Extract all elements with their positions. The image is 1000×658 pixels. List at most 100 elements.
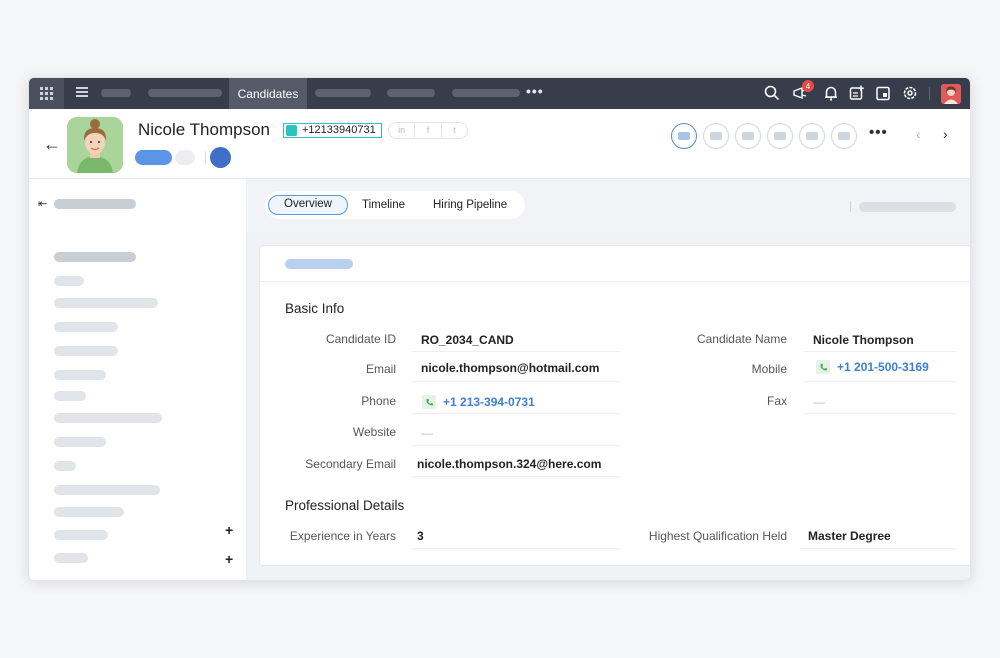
sidebar-item[interactable] <box>54 276 84 286</box>
main-content: Overview Timeline Hiring Pipeline Basic … <box>247 179 970 580</box>
sidebar-item[interactable] <box>54 485 160 495</box>
sidebar-item[interactable] <box>54 413 162 423</box>
label-website: Website <box>352 425 396 439</box>
collapse-sidebar-icon[interactable]: ⇤ <box>38 197 47 210</box>
sidebar-item[interactable] <box>54 370 106 380</box>
value-mobile[interactable]: +1 201-500-3169 <box>837 360 929 374</box>
action-circle-button[interactable] <box>735 123 761 149</box>
value-phone[interactable]: +1 213-394-0731 <box>443 395 535 409</box>
sidebar-item[interactable] <box>54 461 76 471</box>
action-circle-button[interactable] <box>799 123 825 149</box>
top-nav-bar: Candidates ••• 4 <box>29 78 970 109</box>
label-fax: Fax <box>766 394 787 408</box>
nav-tab-placeholder[interactable] <box>452 89 520 97</box>
sidebar-item[interactable] <box>54 507 124 517</box>
sidebar-item[interactable] <box>54 437 106 447</box>
label-mobile: Mobile <box>751 362 787 376</box>
next-record-icon[interactable]: › <box>943 126 948 142</box>
tag-pill[interactable] <box>175 150 195 165</box>
section-title-professional-details: Professional Details <box>285 498 405 513</box>
tabs-bar: Overview Timeline Hiring Pipeline <box>247 179 970 231</box>
calendar-icon[interactable] <box>874 84 892 102</box>
field-underline <box>412 351 620 352</box>
sidebar-item[interactable] <box>54 252 136 262</box>
value-secondary-email[interactable]: nicole.thompson.324@here.com <box>417 457 601 471</box>
apps-grid-icon[interactable] <box>29 78 64 109</box>
sidebar-item[interactable] <box>54 530 108 540</box>
add-icon[interactable]: + <box>225 551 233 567</box>
field-underline <box>804 413 956 414</box>
tab-hiring-pipeline[interactable]: Hiring Pipeline <box>433 195 507 215</box>
nav-tab-placeholder[interactable] <box>387 89 435 97</box>
phone-icon[interactable] <box>816 360 830 374</box>
sidebar-item[interactable] <box>54 391 86 401</box>
twitter-icon[interactable]: t <box>442 123 467 138</box>
menu-icon[interactable] <box>76 87 88 99</box>
user-avatar[interactable] <box>941 84 961 104</box>
field-underline <box>800 548 956 549</box>
field-underline <box>412 381 620 382</box>
section-title-basic-info: Basic Info <box>285 301 345 316</box>
previous-record-icon[interactable]: ‹ <box>916 126 921 142</box>
sidebar-item[interactable] <box>54 322 118 332</box>
label-experience: Experience in Years <box>289 529 396 543</box>
add-task-icon[interactable] <box>848 84 866 102</box>
owner-avatar-dot[interactable] <box>210 147 231 168</box>
field-underline <box>412 445 620 446</box>
label-secondary-email: Secondary Email <box>305 457 396 471</box>
header-divider <box>205 151 206 164</box>
nav-tab-placeholder[interactable] <box>101 89 131 97</box>
phone-tag[interactable]: +12133940731 <box>283 123 382 138</box>
value-qualification: Master Degree <box>808 529 891 543</box>
app-window: Candidates ••• 4 ← Nicole Thompson +1213… <box>28 77 971 581</box>
more-actions-icon[interactable]: ••• <box>869 124 888 141</box>
value-candidate-name: Nicole Thompson <box>813 333 914 347</box>
linkedin-icon[interactable]: in <box>389 123 416 138</box>
sidebar-item[interactable] <box>54 298 158 308</box>
card-header-placeholder <box>285 259 353 269</box>
sidebar: ⇤ + + <box>29 179 247 580</box>
action-circle-button[interactable] <box>703 123 729 149</box>
overview-card: Basic Info Candidate ID RO_2034_CAND Ema… <box>259 245 970 566</box>
nav-tab-candidates[interactable]: Candidates <box>229 78 307 109</box>
sidebar-heading-placeholder <box>54 199 136 209</box>
facebook-icon[interactable]: f <box>415 123 442 138</box>
field-underline <box>804 351 956 352</box>
sidebar-item[interactable] <box>54 553 88 563</box>
value-website[interactable]: — <box>421 426 433 440</box>
phone-icon[interactable] <box>422 395 436 409</box>
nav-tab-placeholder[interactable] <box>315 89 371 97</box>
status-pill[interactable] <box>135 150 172 165</box>
action-circle-button[interactable] <box>671 123 697 149</box>
tab-overview[interactable]: Overview <box>268 195 348 215</box>
add-icon[interactable]: + <box>225 522 233 538</box>
record-tabs: Overview Timeline Hiring Pipeline <box>265 191 525 219</box>
action-circle-button[interactable] <box>831 123 857 149</box>
candidate-photo <box>67 117 123 173</box>
label-email: Email <box>365 362 396 376</box>
field-underline <box>412 413 620 414</box>
tab-timeline[interactable]: Timeline <box>362 195 405 215</box>
search-icon[interactable] <box>763 84 781 102</box>
topbar-divider <box>929 87 930 100</box>
tabs-divider <box>850 201 851 212</box>
value-candidate-id: RO_2034_CAND <box>421 333 514 347</box>
bell-icon[interactable] <box>822 84 840 102</box>
sidebar-item[interactable] <box>54 346 118 356</box>
label-phone: Phone <box>361 394 396 408</box>
field-underline <box>804 381 956 382</box>
social-links: in f t <box>388 122 468 139</box>
back-arrow-icon[interactable]: ← <box>43 134 61 155</box>
value-fax[interactable]: — <box>813 395 825 409</box>
nav-tab-placeholder[interactable] <box>148 89 222 97</box>
label-qualification: Highest Qualification Held <box>648 529 787 543</box>
label-candidate-id: Candidate ID <box>325 332 396 346</box>
tabs-bar-placeholder[interactable] <box>859 202 956 212</box>
phone-tag-number: +12133940731 <box>302 124 376 136</box>
value-email[interactable]: nicole.thompson@hotmail.com <box>421 361 599 375</box>
record-header: ← Nicole Thompson +12133940731 in f t ••… <box>29 109 970 179</box>
gear-icon[interactable] <box>901 84 919 102</box>
action-circle-button[interactable] <box>767 123 793 149</box>
phone-tag-icon <box>286 125 297 136</box>
more-tabs-icon[interactable]: ••• <box>526 83 544 99</box>
